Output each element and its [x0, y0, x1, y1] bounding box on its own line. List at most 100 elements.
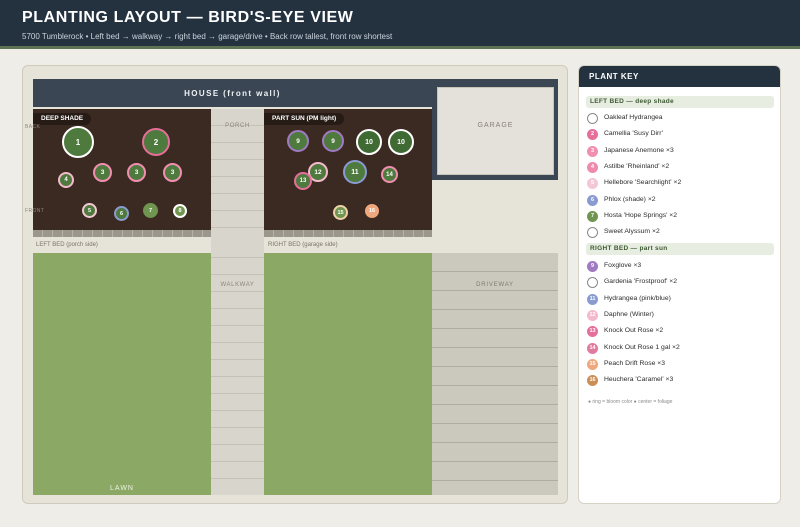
page-header: PLANTING LAYOUT — BIRD'S-EYE VIEW 5700 T…	[0, 0, 800, 49]
plant-marker[interactable]: 3	[127, 163, 146, 182]
plant-marker[interactable]: 13	[294, 172, 312, 190]
plant-marker[interactable]: 6	[114, 206, 129, 221]
color-swatch-icon: 13	[587, 326, 598, 338]
right-bed-edging	[264, 230, 432, 237]
key-item-label: Foxglove ×3	[604, 262, 642, 269]
left-bed-section-header: LEFT BED — deep shade	[586, 96, 774, 108]
walkway-label: WALKWAY	[220, 282, 255, 288]
porch: PORCH	[211, 109, 264, 241]
key-item-label: Japanese Anemone ×3	[604, 146, 674, 154]
left-bed-edging	[33, 230, 211, 237]
row-front-label: FRONT	[25, 208, 45, 214]
plant-key-title: PLANT KEY	[589, 72, 639, 81]
key-item-label: Oakleaf Hydrangea	[604, 114, 663, 121]
plant-marker[interactable]: 10	[388, 129, 414, 155]
key-item-label: Sweet Alyssum ×2	[604, 228, 660, 236]
garage: GARAGE	[437, 87, 554, 175]
plant-id: 10	[365, 138, 373, 146]
color-swatch-icon: 2	[587, 129, 598, 141]
color-swatch-icon: 11	[587, 293, 598, 305]
key-item-label: Knock Out Rose 1 gal ×2	[604, 343, 680, 351]
plant-id: 5	[87, 207, 92, 214]
lawn-right	[264, 253, 432, 495]
plant-id: 16	[368, 208, 376, 214]
plant-id: 3	[170, 169, 175, 176]
key-note: ● ring = bloom color ● center = foliage	[588, 399, 673, 405]
plant-marker[interactable]: 10	[356, 129, 382, 155]
plant-marker[interactable]: 9	[287, 130, 309, 152]
key-item-label: Knock Out Rose ×2	[604, 327, 664, 335]
plant-id: 11	[351, 168, 359, 176]
plant-marker[interactable]: 15	[333, 205, 348, 220]
page-subtitle: 5700 Tumblerock • Left bed → walkway → r…	[22, 32, 393, 41]
page-title: PLANTING LAYOUT — BIRD'S-EYE VIEW	[22, 9, 354, 26]
plant-marker[interactable]: 3	[93, 163, 112, 182]
plant-marker[interactable]: 2	[142, 128, 170, 156]
color-swatch-icon: 9	[587, 261, 598, 272]
plant-marker[interactable]: 1	[62, 126, 94, 158]
key-item-label: Phlox (shade) ×2	[604, 195, 656, 203]
color-swatch-icon: 7	[587, 210, 598, 222]
plant-key-panel: PLANT KEY LEFT BED — deep shade Oakleaf …	[578, 65, 781, 504]
color-swatch-icon	[587, 113, 598, 124]
plant-id: 2	[153, 137, 159, 147]
plant-marker[interactable]: 4	[58, 172, 74, 188]
key-item-label: Camellia 'Susy Dirr'	[604, 130, 663, 138]
color-swatch-icon	[587, 227, 598, 239]
color-swatch-icon: 3	[587, 145, 598, 157]
color-swatch-icon: 16	[587, 375, 598, 387]
plant-key-header: PLANT KEY	[579, 66, 780, 87]
plant-id: 6	[119, 210, 124, 217]
plant-marker[interactable]: 9	[322, 130, 344, 152]
right-bed-section-header: RIGHT BED — part sun	[586, 243, 774, 255]
plant-id: 13	[299, 178, 307, 184]
plant-id: 15	[337, 209, 344, 216]
lawn-left: LAWN	[33, 253, 211, 495]
plant-marker[interactable]: 7	[143, 203, 158, 218]
house-label: HOUSE (front wall)	[184, 89, 281, 98]
plant-marker[interactable]: 11	[343, 160, 367, 184]
color-swatch-icon: 14	[587, 342, 598, 354]
color-swatch-icon: 5	[587, 178, 598, 190]
plant-id: 1	[75, 137, 81, 147]
plant-marker[interactable]: 16	[365, 204, 379, 218]
plant-marker[interactable]: 3	[163, 163, 182, 182]
right-bed-caption: RIGHT BED (garage side)	[268, 242, 338, 248]
plant-id: 14	[386, 171, 393, 178]
row-back-label: BACK	[25, 124, 41, 130]
plant-id: 9	[296, 137, 300, 145]
walkway: WALKWAY	[211, 241, 264, 495]
plant-marker[interactable]: 8	[173, 204, 187, 218]
key-item-label: Hydrangea (pink/blue)	[604, 294, 671, 302]
color-swatch-icon: 6	[587, 194, 598, 206]
lawn-label: LAWN	[110, 485, 134, 492]
key-item-label: Gardenia 'Frostproof' ×2	[604, 278, 678, 286]
key-item-label: Hosta 'Hope Springs' ×2	[604, 211, 678, 219]
garage-label: GARAGE	[477, 122, 514, 129]
plant-marker[interactable]: 5	[82, 203, 97, 218]
plant-id: 3	[134, 169, 139, 176]
plant-marker[interactable]: 14	[381, 166, 398, 183]
key-item-label: Daphne (Winter)	[604, 310, 654, 318]
house-wall: HOUSE (front wall)	[33, 79, 432, 107]
plant-id: 10	[397, 138, 405, 146]
key-item-label: Peach Drift Rose ×3	[604, 359, 666, 367]
left-bed-tag: DEEP SHADE	[33, 113, 92, 125]
plant-id: 12	[314, 168, 322, 176]
plant-id: 9	[331, 137, 335, 145]
key-item-label: Hellebore 'Searchlight' ×2	[604, 179, 682, 187]
key-item-label: Heuchera 'Caramel' ×3	[604, 376, 674, 384]
driveway: DRIVEWAY	[432, 253, 558, 495]
plant-id: 4	[64, 177, 68, 183]
driveway-label: DRIVEWAY	[476, 282, 514, 288]
color-swatch-icon: 12	[587, 309, 598, 321]
left-bed-caption: LEFT BED (porch side)	[36, 242, 98, 248]
key-item-label: Astilbe 'Rheinland' ×2	[604, 162, 670, 170]
plant-id: 8	[178, 208, 182, 214]
color-swatch-icon: 15	[587, 358, 598, 370]
color-swatch-icon: 4	[587, 161, 598, 173]
plant-id: 7	[148, 207, 153, 214]
plant-id: 3	[100, 169, 105, 176]
right-bed-tag: PART SUN (PM light)	[264, 113, 345, 125]
porch-label: PORCH	[225, 123, 250, 129]
